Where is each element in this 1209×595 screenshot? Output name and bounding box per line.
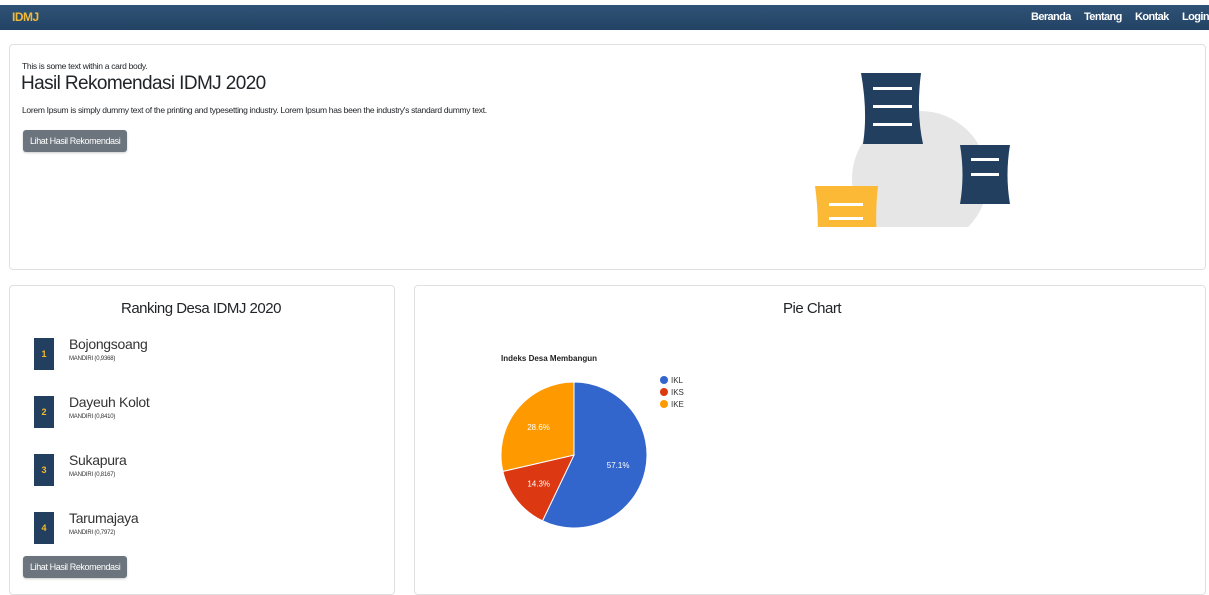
nav-link-beranda[interactable]: Beranda (1031, 11, 1071, 23)
pie-value-label: 28.6% (527, 423, 550, 432)
ranking-title: Ranking Desa IDMJ 2020 (121, 300, 281, 317)
document-large-icon (861, 73, 923, 144)
rank-badge: 4 (34, 512, 54, 544)
ranking-card: Ranking Desa IDMJ 2020 1 Bojongsoang MAN… (9, 285, 395, 595)
rank-badge: 3 (34, 454, 54, 486)
pie-slices (500, 381, 648, 529)
village-status: MANDIRI (0,8167) (69, 472, 116, 478)
village-name: Tarumajaya (69, 510, 139, 526)
pie-chart-card: Pie Chart Indeks Desa Membangun 57.1% 14.… (414, 285, 1206, 595)
pie-legend: IKL IKS IKE (660, 376, 684, 409)
pie-chart: Indeks Desa Membangun 57.1% 14.3% 28.6% IK… (500, 354, 684, 529)
documents-illustration (815, 73, 1010, 227)
ranking-recommendation-button[interactable]: Lihat Hasil Rekomendasi (23, 556, 128, 578)
legend-label[interactable]: IKL (671, 376, 684, 385)
pie-value-label: 57.1% (607, 461, 630, 470)
village-status: MANDIRI (0,9368) (69, 356, 116, 362)
hero-small-text: This is some text within a card body. (22, 61, 148, 71)
pie-value-label: 14.3% (527, 479, 550, 488)
village-name: Bojongsoang (69, 336, 148, 352)
nav-link-tentang[interactable]: Tentang (1084, 11, 1122, 23)
legend-swatch (660, 400, 668, 408)
nav-link-kontak[interactable]: Kontak (1135, 11, 1169, 23)
village-status: MANDIRI (0,8410) (69, 414, 116, 420)
hero-description: Lorem Ipsum is simply dummy text of the … (22, 105, 487, 115)
document-medium-icon (960, 145, 1010, 204)
hero-title: Hasil Rekomendasi IDMJ 2020 (21, 73, 266, 94)
top-navbar: IDMJ Beranda Tentang Kontak Login (0, 5, 1209, 30)
village-status: MANDIRI (0,7972) (69, 530, 116, 536)
chart-title: Indeks Desa Membangun (501, 354, 597, 363)
rank-badge: 1 (34, 338, 54, 370)
legend-label[interactable]: IKS (671, 388, 684, 397)
village-name: Dayeuh Kolot (69, 394, 150, 410)
brand-logo[interactable]: IDMJ (12, 10, 39, 24)
ranking-item[interactable]: 1 Bojongsoang MANDIRI (0,9368) (34, 336, 234, 370)
legend-swatch (660, 376, 668, 384)
document-yellow-icon (815, 186, 878, 227)
legend-label[interactable]: IKE (671, 400, 684, 409)
ranking-item[interactable]: 3 Sukapura MANDIRI (0,8167) (34, 452, 234, 486)
legend-swatch (660, 388, 668, 396)
hero-recommendation-button[interactable]: Lihat Hasil Rekomendasi (23, 130, 128, 152)
hero-card: This is some text within a card body. Ha… (9, 44, 1206, 270)
rank-badge: 2 (34, 396, 54, 428)
ranking-item[interactable]: 2 Dayeuh Kolot MANDIRI (0,8410) (34, 394, 234, 428)
ranking-item[interactable]: 4 Tarumajaya MANDIRI (0,7972) (34, 510, 234, 544)
village-name: Sukapura (69, 452, 127, 468)
nav-link-login[interactable]: Login (1182, 11, 1209, 23)
